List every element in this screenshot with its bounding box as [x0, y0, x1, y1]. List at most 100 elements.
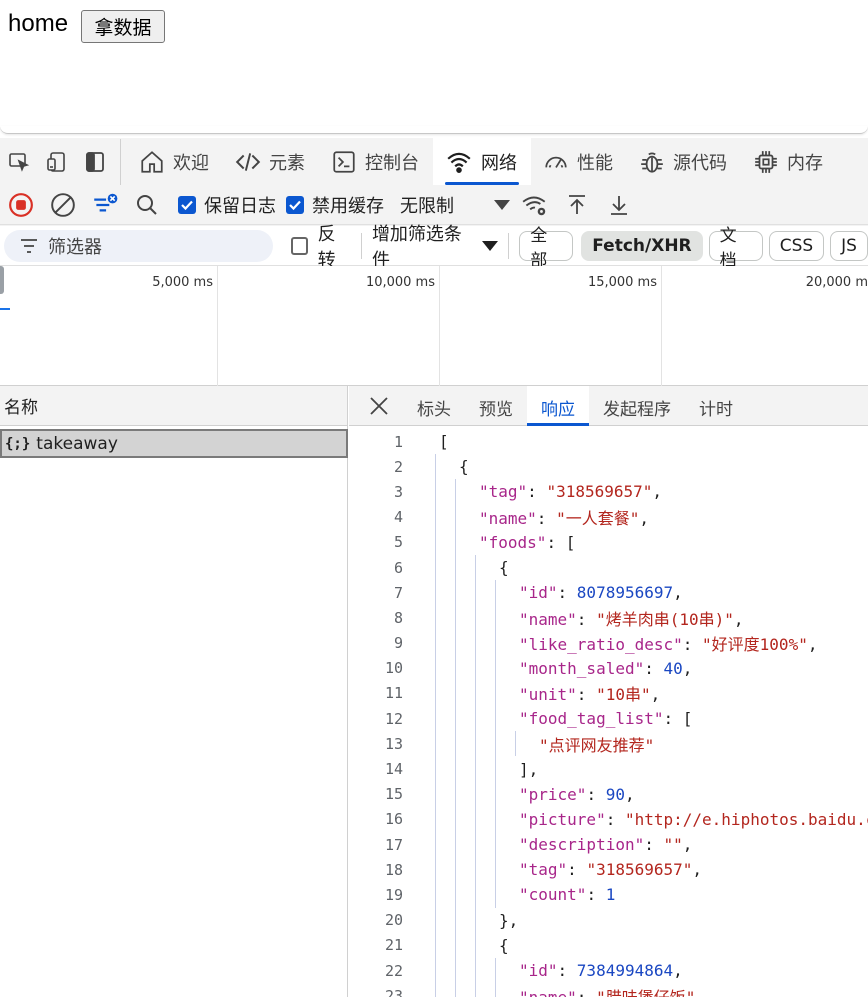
- indent-guide: [455, 630, 456, 656]
- detail-tabs: 标头 预览 响应 发起程序 计时: [349, 385, 868, 426]
- dock-side-icon[interactable]: [76, 138, 114, 185]
- indent-guide: [495, 781, 496, 807]
- name-column-header[interactable]: 名称: [0, 386, 347, 426]
- json-key: "name": [519, 609, 577, 629]
- indent-guide: [455, 806, 456, 832]
- filter-lines-icon: [94, 193, 118, 211]
- tab-welcome[interactable]: 欢迎: [127, 138, 223, 185]
- viewport-edge: [0, 126, 868, 134]
- tab-initiator[interactable]: 发起程序: [589, 386, 685, 426]
- json-punctuation: :: [682, 635, 703, 655]
- fetch-data-button[interactable]: 拿数据: [81, 10, 165, 43]
- indent-guide: [455, 983, 456, 997]
- tab-response[interactable]: 响应: [527, 385, 589, 426]
- code-text: "food_tag_list": [: [403, 709, 692, 728]
- indent-guide: [435, 680, 436, 707]
- json-punctuation: ,: [650, 685, 661, 705]
- record-button[interactable]: [0, 185, 42, 225]
- bug-icon: [641, 151, 663, 173]
- filter-chip-doc[interactable]: 文档: [708, 226, 763, 271]
- filter-chip-all[interactable]: 全部: [519, 226, 574, 271]
- indent-guide: [475, 706, 476, 732]
- timeline-gridline: [661, 266, 662, 386]
- upload-icon: [569, 194, 585, 214]
- json-punctuation: :: [644, 658, 664, 678]
- tab-preview[interactable]: 预览: [465, 386, 527, 426]
- tab-headers[interactable]: 标头: [409, 386, 465, 426]
- chevron-down-icon: [482, 240, 499, 251]
- code-line: 22 "id": 7384994864,: [349, 957, 868, 984]
- chevron-down-icon: [494, 199, 510, 210]
- json-string: "318569657": [586, 860, 693, 880]
- line-number: 5: [393, 533, 403, 552]
- search-button[interactable]: [126, 185, 168, 225]
- indent-guide: [475, 605, 476, 631]
- indent-guide: [435, 756, 436, 782]
- code-line: 10 "month_saled": 40,: [349, 655, 868, 681]
- indent-guide: [455, 832, 456, 858]
- throttle-select[interactable]: 无限制: [400, 192, 510, 218]
- json-punctuation: [: [439, 432, 449, 452]
- indent-guide: [475, 983, 476, 997]
- more-filters-dropdown[interactable]: 增加筛选条件: [372, 220, 499, 272]
- disable-cache-checkbox[interactable]: 禁用缓存: [286, 192, 384, 218]
- network-timeline[interactable]: 5,000 ms 10,000 ms 15,000 ms 20,000 m: [0, 266, 868, 386]
- timeline-handle[interactable]: [0, 266, 4, 294]
- indent-guide: [435, 731, 436, 757]
- filter-toggle-button[interactable]: [84, 185, 126, 225]
- line-number: 14: [384, 760, 403, 779]
- tab-elements[interactable]: 元素: [223, 138, 319, 185]
- json-key: "price": [519, 784, 587, 804]
- line-number: 18: [384, 860, 403, 879]
- indent-guide: [495, 957, 496, 984]
- import-har-button[interactable]: [556, 185, 598, 225]
- code-line: 21 {: [349, 932, 868, 958]
- code-line: 8 "name": "烤羊肉串(10串)",: [349, 605, 868, 631]
- json-key: "unit": [519, 685, 577, 705]
- indent-guide: [475, 882, 476, 908]
- inspect-element-icon[interactable]: [0, 138, 38, 185]
- tab-sources[interactable]: 源代码: [627, 138, 741, 185]
- device-toolbar-icon[interactable]: [38, 138, 76, 185]
- line-number: 16: [384, 810, 403, 829]
- tab-console[interactable]: 控制台: [319, 138, 433, 185]
- tab-performance[interactable]: 性能: [531, 138, 627, 185]
- json-punctuation: {: [499, 558, 509, 578]
- indent-guide: [495, 857, 496, 883]
- json-string: "一人套餐": [556, 509, 640, 529]
- export-har-button[interactable]: [598, 185, 640, 225]
- json-punctuation: :: [586, 784, 606, 804]
- clear-button[interactable]: [42, 185, 84, 225]
- filter-bar: 筛选器 反转 增加筛选条件 全部 Fetch/XHR 文档 CSS JS: [0, 224, 868, 271]
- json-number: 40: [663, 658, 683, 678]
- tab-memory[interactable]: 内存: [741, 138, 837, 185]
- indent-guide: [435, 605, 436, 631]
- invert-checkbox[interactable]: 反转: [290, 220, 351, 272]
- json-punctuation: ,: [673, 583, 683, 603]
- wifi-gear-icon: [522, 195, 546, 215]
- response-body[interactable]: 1[2{3 "tag": "318569657", 4 "name": "一人套餐",…: [349, 429, 868, 997]
- indent-guide: [475, 630, 476, 656]
- indent-guide: [435, 554, 436, 581]
- preserve-log-checkbox[interactable]: 保留日志: [178, 192, 276, 218]
- line-number: 3: [393, 482, 403, 501]
- tab-timing[interactable]: 计时: [685, 386, 747, 426]
- network-conditions-button[interactable]: [514, 185, 556, 225]
- filter-chip-fetch-xhr[interactable]: Fetch/XHR: [581, 230, 703, 261]
- code-text: "tag": "318569657",: [403, 860, 702, 879]
- throttle-value: 无限制: [400, 195, 454, 217]
- filter-input[interactable]: 筛选器: [4, 229, 273, 262]
- json-key: "id": [519, 583, 558, 603]
- filter-chip-js[interactable]: JS: [830, 230, 868, 261]
- close-detail-button[interactable]: [349, 386, 409, 426]
- json-key: "like_ratio_desc": [519, 635, 683, 655]
- filter-chip-css[interactable]: CSS: [768, 230, 825, 261]
- indent-guide: [475, 832, 476, 858]
- request-row[interactable]: {;} takeaway: [0, 429, 348, 458]
- json-key: "description": [519, 835, 645, 855]
- code-text: "name": "腊味煲仔饭": [403, 984, 695, 997]
- json-punctuation: ,: [682, 658, 693, 678]
- code-line: 6{: [349, 554, 868, 581]
- indent-guide: [455, 504, 456, 530]
- tab-network[interactable]: 网络: [433, 138, 531, 185]
